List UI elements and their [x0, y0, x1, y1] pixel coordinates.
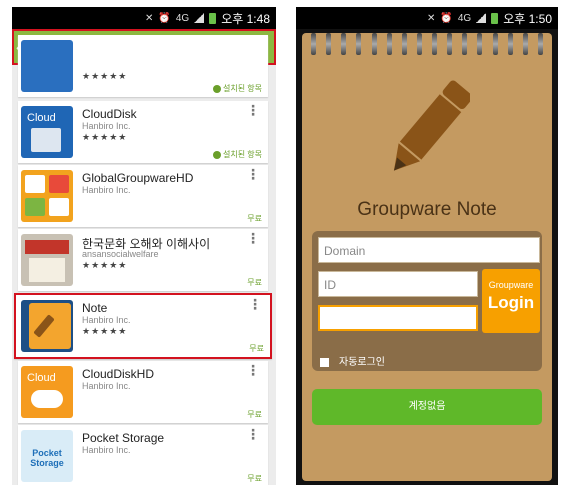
app-developer: Hanbiro Inc. [82, 445, 131, 455]
rating-stars: ★★★★★ [82, 260, 128, 270]
network-label: 4G [457, 12, 472, 24]
mute-icon: ✕ [427, 12, 436, 24]
overflow-menu-icon[interactable]: ⋮ [246, 167, 260, 181]
install-status: 설치된 항목 [212, 83, 262, 94]
status-bar: ✕ ⏰ 4G 오후 1:48 [12, 7, 276, 29]
app-icon-pocket-storage: Pocket Storage [21, 430, 73, 482]
login-button-label: Login [487, 293, 535, 312]
auto-login-checkbox[interactable] [320, 357, 329, 367]
clock: 오후 1:48 [221, 11, 270, 26]
list-item-note[interactable]: Note Hanbiro Inc. ★★★★★ ⋮ 무료 [14, 293, 272, 359]
list-item[interactable]: 한국문화 오해와 이해사이 ansansocialwelfare ★★★★★ ⋮… [18, 229, 268, 291]
alarm-icon: ⏰ [158, 12, 171, 24]
app-developer: ansansocialwelfare [82, 249, 159, 259]
app-title: Pocket Storage [82, 431, 165, 445]
status-bar: ✕ ⏰ 4G 오후 1:50 [296, 7, 558, 29]
app-title: CloudDisk [82, 107, 137, 121]
price-label: 무료 [247, 474, 262, 483]
list-item[interactable]: ★★★★★ 설치된 항목 [18, 35, 268, 97]
rating-stars: ★★★★★ [82, 326, 128, 336]
overflow-menu-icon[interactable]: ⋮ [246, 427, 260, 441]
domain-field[interactable]: Domain [318, 237, 540, 263]
app-icon-globalgroupware [21, 170, 73, 222]
list-item[interactable]: Cloud CloudDiskHD Hanbiro Inc. ⋮ 무료 [18, 361, 268, 423]
rating-stars: ★★★★★ [82, 132, 128, 142]
app-title: CloudDiskHD [82, 367, 155, 381]
price-label: 무료 [247, 214, 262, 223]
play-store-screen: ✕ ⏰ 4G 오후 1:48 ‹ hanbiro ✕ ★★★★★ 설치된 항목 … [12, 7, 276, 485]
pencil-logo-icon [393, 80, 470, 171]
app-icon-label: Cloud [27, 112, 56, 124]
signal-icon [194, 13, 205, 23]
overflow-menu-icon[interactable]: ⋮ [246, 103, 260, 117]
battery-icon [491, 12, 499, 24]
check-icon [212, 84, 221, 93]
app-icon-label: Pocket Storage [30, 448, 64, 468]
list-item[interactable]: Cloud CloudDisk Hanbiro Inc. ★★★★★ ⋮ 설치된… [18, 101, 268, 163]
app-title: Note [82, 301, 108, 315]
app-developer: Hanbiro Inc. [82, 185, 131, 195]
password-field[interactable] [318, 305, 478, 331]
disk-icon [31, 128, 61, 152]
login-button[interactable]: Groupware Login [482, 269, 540, 333]
notebook-background: Groupware Note Domain ID Groupware Login… [302, 33, 552, 481]
auto-login-label: 자동로그인 [339, 357, 385, 368]
signal-icon [476, 13, 487, 23]
groupware-note-login-screen: ✕ ⏰ 4G 오후 1:50 Groupware Note Domain ID … [296, 7, 558, 485]
id-field[interactable]: ID [318, 271, 478, 297]
app-icon [21, 40, 73, 92]
rating-stars: ★★★★★ [82, 71, 128, 81]
app-icon-label: Cloud [27, 372, 56, 384]
spiral-binding [302, 33, 552, 55]
app-developer: Hanbiro Inc. [82, 381, 131, 391]
price-label: 무료 [247, 410, 262, 419]
overflow-menu-icon[interactable]: ⋮ [246, 363, 260, 377]
app-icon-clouddisk: Cloud [21, 106, 73, 158]
app-developer: Hanbiro Inc. [82, 121, 131, 131]
install-status: 설치된 항목 [212, 149, 262, 160]
overflow-menu-icon[interactable]: ⋮ [246, 231, 260, 245]
app-title: GlobalGroupwareHD [82, 171, 194, 185]
login-button-caption: Groupware [488, 280, 534, 290]
clock: 오후 1:50 [503, 11, 552, 26]
list-item[interactable]: GlobalGroupwareHD Hanbiro Inc. ⋮ 무료 [18, 165, 268, 227]
mute-icon: ✕ [145, 12, 154, 24]
alarm-icon: ⏰ [440, 12, 453, 24]
price-label: 무료 [247, 278, 262, 287]
app-icon-note [21, 300, 73, 352]
app-icon-clouddiskhd: Cloud [21, 366, 73, 418]
app-icon-korean-culture [21, 234, 73, 286]
network-label: 4G [175, 12, 190, 24]
login-form: Domain ID Groupware Login 자동로그인 [312, 231, 542, 371]
app-title: Groupware Note [357, 199, 497, 220]
auto-login-option[interactable]: 자동로그인 [320, 353, 385, 368]
list-item[interactable]: Pocket Storage Pocket Storage Hanbiro In… [18, 425, 268, 485]
check-icon [212, 150, 221, 159]
app-developer: Hanbiro Inc. [82, 315, 131, 325]
battery-icon [209, 12, 217, 24]
price-label: 무료 [249, 344, 264, 353]
overflow-menu-icon[interactable]: ⋮ [248, 297, 262, 311]
create-account-button[interactable]: 계정없음 [312, 389, 542, 425]
